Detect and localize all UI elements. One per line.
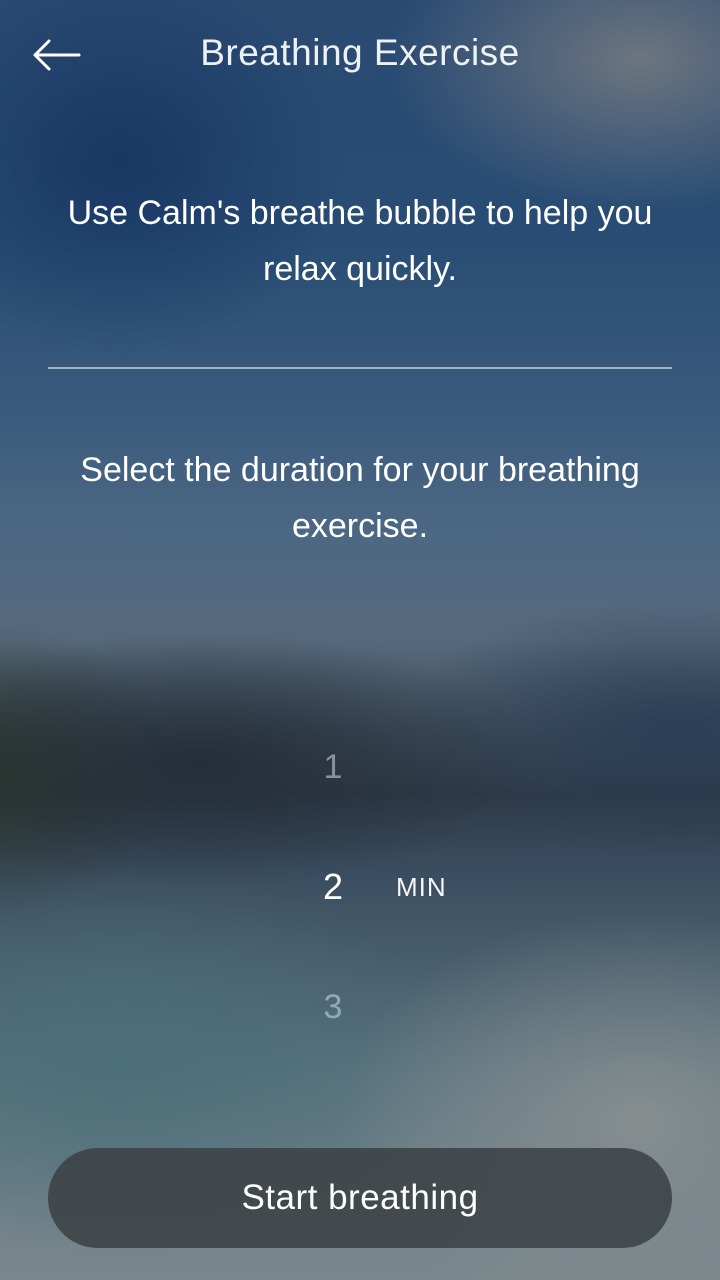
breathing-exercise-screen: Breathing Exercise Use Calm's breathe bu… (0, 0, 720, 1280)
duration-option-2-selected[interactable]: 2 (293, 866, 373, 908)
divider (48, 367, 672, 369)
duration-option-3[interactable]: 3 (293, 988, 373, 1027)
duration-unit-label: MIN (396, 872, 447, 902)
duration-picker[interactable]: 1 2 3 MIN (0, 720, 720, 1060)
back-button[interactable] (28, 33, 84, 81)
header: Breathing Exercise (0, 0, 720, 114)
arrow-left-icon (31, 38, 81, 77)
intro-text: Use Calm's breathe bubble to help you re… (67, 194, 653, 288)
page-title: Breathing Exercise (200, 32, 520, 73)
duration-prompt: Select the duration for your breathing e… (80, 451, 640, 545)
start-breathing-button[interactable]: Start breathing (48, 1148, 672, 1248)
duration-option-1[interactable]: 1 (293, 748, 373, 787)
